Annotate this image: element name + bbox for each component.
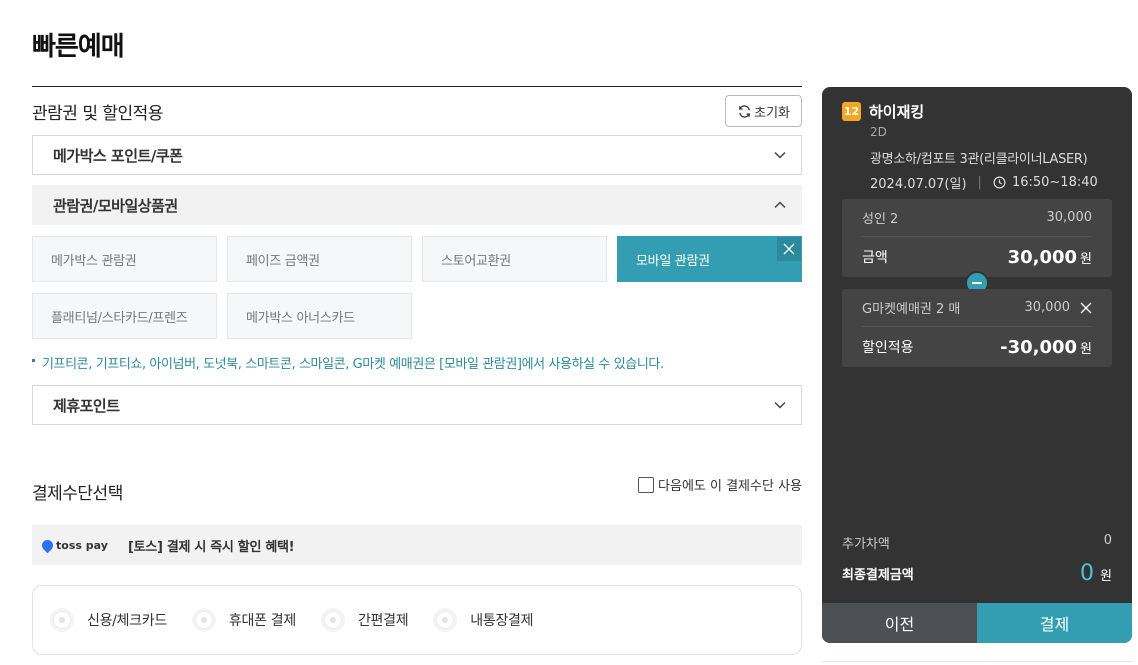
payment-method-phone[interactable]: 휴대폰 결제 <box>194 610 296 630</box>
amount-value: 30,000 원 <box>1008 247 1092 268</box>
accordion-label: 관람권/모바일상품권 <box>53 196 178 215</box>
toss-logo-text: toss pay <box>56 538 108 552</box>
radio-icon[interactable] <box>53 611 71 629</box>
close-icon[interactable] <box>777 237 801 261</box>
accordion-points-coupon[interactable]: 메가박스 포인트/쿠폰 <box>32 135 802 175</box>
refresh-icon <box>739 104 750 118</box>
clock-icon <box>993 176 1006 189</box>
coupon-label: G마켓예매권 2 매 <box>862 302 961 317</box>
currency-unit: 원 <box>1080 341 1092 357</box>
extra-label: 추가차액 <box>842 537 890 552</box>
booking-summary-panel: 12 하이재킹 2D 광명소하/컴포트 3관(리클라이너LASER) 2024.… <box>822 87 1132 643</box>
ticket-option[interactable]: 플래티넘/스타카드/프렌즈 <box>32 293 217 339</box>
extra-charge: 추가차액 0 <box>842 533 1112 552</box>
action-buttons: 이전 결제 <box>822 603 1132 643</box>
discount-header: 관람권 및 할인적용 초기화 <box>32 87 802 135</box>
movie-time: 16:50~18:40 <box>1011 175 1098 190</box>
payment-method-card[interactable]: 신용/체크카드 <box>53 610 167 630</box>
discount-section-title: 관람권 및 할인적용 <box>32 103 163 124</box>
currency-unit: 원 <box>1100 569 1112 584</box>
ticket-option[interactable]: 스토어교환권 <box>422 236 607 282</box>
movie-info: 12 하이재킹 2D 광명소하/컴포트 3관(리클라이너LASER) 2024.… <box>822 87 1132 192</box>
ticket-label: 스토어교환권 <box>441 253 511 269</box>
accordion-label: 제휴포인트 <box>53 396 120 415</box>
pay-button[interactable]: 결제 <box>977 603 1132 643</box>
discount-value: -30,000 원 <box>1000 337 1092 358</box>
remember-method-checkbox[interactable]: 다음에도 이 결제수단 사용 <box>638 475 802 494</box>
toss-banner-text: [토스] 결제 시 즉시 할인 혜택! <box>128 539 295 555</box>
discount-label: 할인적용 <box>862 340 914 356</box>
ticket-label: 페이즈 금액권 <box>246 253 320 269</box>
ticket-option-selected[interactable]: 모바일 관람권 <box>617 236 802 282</box>
payment-method-bank[interactable]: 내통장결제 <box>436 610 534 630</box>
final-value: 0 <box>1080 561 1095 586</box>
accordion-partner-points[interactable]: 제휴포인트 <box>32 385 802 425</box>
extra-value: 0 <box>1103 533 1112 548</box>
final-label: 최종결제금액 <box>842 568 914 583</box>
payment-method-easy[interactable]: 간편결제 <box>323 610 409 630</box>
method-label: 휴대폰 결제 <box>228 613 296 629</box>
chevron-up-icon <box>774 201 786 209</box>
adult-label: 성인 2 <box>862 212 899 227</box>
ticket-label: 플래티넘/스타카드/프렌즈 <box>51 310 188 326</box>
ticket-option[interactable]: 메가박스 관람권 <box>32 236 217 282</box>
close-icon[interactable] <box>1080 302 1092 314</box>
coupon-price: 30,000 <box>1024 300 1071 315</box>
movie-datetime: 2024.07.07(일) | 16:50~18:40 <box>870 173 1112 192</box>
prev-button[interactable]: 이전 <box>822 603 977 643</box>
chevron-down-icon <box>774 401 786 409</box>
adult-price: 30,000 <box>1046 210 1093 225</box>
movie-format: 2D <box>870 125 887 139</box>
voucher-notice: 기프티콘, 기프티쇼, 아이넘버, 도넛북, 스마트콘, 스마일콘, G마켓 예… <box>32 353 802 372</box>
toss-drop-icon <box>39 537 56 553</box>
discount-box: G마켓예매권 2 매 30,000 할인적용 -30,000 원 <box>842 289 1112 367</box>
age-rating-badge: 12 <box>842 102 861 121</box>
bullet-icon <box>32 359 35 362</box>
method-label: 간편결제 <box>357 613 409 629</box>
movie-theater: 광명소하/컴포트 3관(리클라이너LASER) <box>870 152 1088 167</box>
price-box: 성인 2 30,000 금액 30,000 원 <box>842 199 1112 277</box>
ticket-label: 모바일 관람권 <box>636 253 710 269</box>
toss-logo: toss pay <box>39 537 128 553</box>
payment-methods: 신용/체크카드 휴대폰 결제 간편결제 내통장결제 <box>32 585 802 655</box>
method-label: 신용/체크카드 <box>87 613 167 629</box>
amount-number: 30,000 <box>1007 246 1078 268</box>
remember-label: 다음에도 이 결제수단 사용 <box>658 479 802 494</box>
toss-banner[interactable]: toss pay [토스] 결제 시 즉시 할인 혜택! <box>32 525 802 565</box>
ticket-label: 메가박스 관람권 <box>51 253 137 269</box>
checkbox-icon[interactable] <box>638 476 655 493</box>
divider <box>822 661 1132 662</box>
reset-label: 초기화 <box>754 105 790 121</box>
amount-label: 금액 <box>862 250 888 266</box>
payment-section-title: 결제수단선택 <box>32 484 123 504</box>
radio-icon[interactable] <box>323 611 342 629</box>
booking-form: 관람권 및 할인적용 초기화 메가박스 포인트/쿠폰 관람권/모바일상품권 메가… <box>32 86 802 655</box>
chevron-down-icon <box>774 151 786 159</box>
ticket-option[interactable]: 페이즈 금액권 <box>227 236 412 282</box>
movie-title: 하이재킹 <box>869 103 925 121</box>
ticket-options: 메가박스 관람권 페이즈 금액권 스토어교환권 모바일 관람권 플래티넘/스타카… <box>32 236 802 339</box>
ticket-option[interactable]: 메가박스 아너스카드 <box>227 293 412 339</box>
accordion-mobile-voucher[interactable]: 관람권/모바일상품권 <box>32 185 802 225</box>
reset-button[interactable]: 초기화 <box>725 95 802 127</box>
method-label: 내통장결제 <box>470 613 534 629</box>
ticket-label: 메가박스 아너스카드 <box>246 310 355 326</box>
discount-number: -30,000 <box>1000 336 1078 358</box>
final-amount: 최종결제금액 0원 <box>842 561 1112 586</box>
divider: | <box>977 175 982 190</box>
accordion-label: 메가박스 포인트/쿠폰 <box>53 146 183 165</box>
radio-icon[interactable] <box>436 611 455 629</box>
movie-date: 2024.07.07(일) <box>870 177 967 192</box>
payment-header: 결제수단선택 다음에도 이 결제수단 사용 <box>32 475 802 523</box>
page-title: 빠른예매 <box>32 32 125 62</box>
currency-unit: 원 <box>1080 251 1092 267</box>
notice-text: 기프티콘, 기프티쇼, 아이넘버, 도넛북, 스마트콘, 스마일콘, G마켓 예… <box>42 357 664 372</box>
radio-icon[interactable] <box>194 611 213 629</box>
